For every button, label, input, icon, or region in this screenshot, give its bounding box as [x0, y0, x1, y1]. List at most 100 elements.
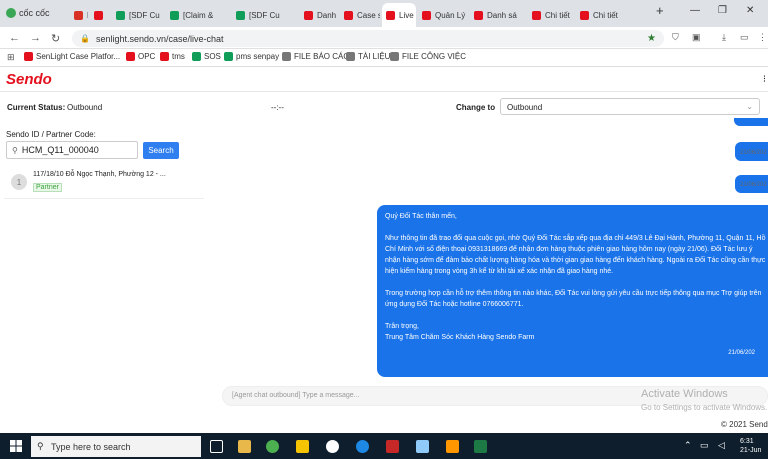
browser-tab[interactable]: M: [70, 3, 88, 27]
message-time: 21/06/202: [740, 182, 767, 188]
status-select[interactable]: Outbound ⌄: [500, 98, 760, 115]
tab-label: Danh sá: [317, 10, 338, 20]
minimize-icon[interactable]: —: [690, 5, 700, 16]
tab-favicon-icon: [170, 10, 179, 20]
edge-icon[interactable]: [356, 440, 369, 453]
browser-tab[interactable]: Danh sá: [300, 3, 338, 27]
tab-favicon-icon: [474, 10, 483, 20]
excel-icon[interactable]: [474, 440, 487, 453]
browser-tab[interactable]: Case sy: [340, 3, 380, 27]
tab-favicon-icon: [386, 10, 395, 20]
tab-favicon-icon: [94, 10, 103, 20]
menu-icon[interactable]: ⋮: [758, 32, 767, 43]
tray-chevron-icon[interactable]: ⌃: [684, 440, 692, 451]
reload-icon[interactable]: ↻: [51, 32, 60, 45]
app-icon[interactable]: [386, 440, 399, 453]
browser-tab-bar: cốc cốc M [SDF Cu [Claim & [SDF Cu Danh sá Ca…: [0, 0, 768, 27]
browser-tab[interactable]: Danh sá: [470, 3, 526, 27]
list-item[interactable]: 1 117/18/10 Đỗ Ngọc Thạnh, Phường 12 - .…: [4, 167, 204, 199]
tab-label: [Claim &: [183, 10, 214, 20]
bookmark-item[interactable]: pms senpay: [224, 52, 279, 61]
volume-icon[interactable]: ◁: [718, 440, 725, 451]
task-view-icon[interactable]: [210, 440, 223, 453]
maximize-icon[interactable]: ❐: [718, 5, 727, 16]
taskbar-clock[interactable]: 6:31 21-Jun: [740, 437, 761, 455]
status-row: Current Status: Outbound --:-- Change to…: [0, 96, 768, 118]
app-header: Sendo ⁝: [0, 68, 768, 92]
tab-label: Chi tiết: [593, 10, 618, 20]
item-index: 1: [11, 174, 27, 190]
bookmark-label: tms: [172, 52, 185, 61]
message-body: Trong trường hợp cần hỗ trợ thêm thông t…: [385, 290, 762, 308]
bookmarks-bar: ⊞ SenLight Case Platfor... OPC tms SOS pms s…: [0, 49, 768, 67]
star-icon[interactable]: ★: [647, 33, 656, 44]
message-time: 21/06/202: [740, 150, 767, 156]
back-icon[interactable]: ←: [9, 32, 20, 44]
bookmark-item[interactable]: FILE BÁO CÁO: [282, 52, 350, 61]
bookmark-label: pms senpay: [236, 52, 280, 61]
activate-windows-subtitle: Go to Settings to activate Windows.: [641, 403, 768, 412]
taskbar-search[interactable]: ⚲ Type here to search: [31, 436, 201, 457]
bookmark-label: FILE CÔNG VIỆC: [402, 52, 467, 61]
folder-icon: [346, 52, 355, 61]
tab-label: Chi tiết: [545, 10, 570, 20]
bookmark-label: TÀI LIỆU: [358, 52, 391, 61]
puzzle-icon[interactable]: ▣: [692, 32, 701, 43]
item-address: 117/18/10 Đỗ Ngọc Thạnh, Phường 12 - ...: [33, 171, 166, 178]
browser-tab[interactable]: Chi tiết: [528, 3, 574, 27]
bookmark-item[interactable]: SenLight Case Platfor...: [24, 52, 120, 61]
browser-tab[interactable]: Chi tiết: [576, 3, 622, 27]
browser-tab[interactable]: [90, 3, 110, 27]
tab-favicon-icon: [580, 10, 589, 20]
tab-label: M: [87, 11, 88, 20]
tab-label: Live: [399, 10, 414, 20]
chrome-icon[interactable]: [326, 440, 339, 453]
bookmark-item[interactable]: TÀI LIỆU: [346, 52, 390, 61]
activate-windows-title: Activate Windows: [641, 388, 728, 400]
tab-favicon-icon: [116, 10, 125, 20]
bookmark-favicon-icon: [24, 52, 33, 61]
download-icon[interactable]: ⤓: [722, 32, 726, 43]
change-to-label: Change to: [456, 103, 496, 112]
extension-icon[interactable]: ⛉: [672, 32, 679, 43]
search-button[interactable]: Search: [143, 142, 179, 159]
coccoc-icon: [6, 8, 16, 18]
browser-tab[interactable]: Live✕: [382, 3, 416, 27]
partner-badge: Partner: [33, 183, 62, 192]
browser-tab[interactable]: [SDF Cu: [232, 3, 292, 27]
status-time: --:--: [271, 103, 284, 112]
chevron-down-icon: ⌄: [746, 102, 753, 111]
browser-logo[interactable]: cốc cốc: [6, 8, 50, 18]
browser-tab[interactable]: [Claim &: [166, 3, 226, 27]
cast-icon[interactable]: ▭: [740, 32, 749, 43]
bookmark-item[interactable]: FILE CÔNG VIỆC: [390, 52, 466, 61]
bookmark-item[interactable]: OPC: [126, 52, 155, 61]
folder-icon: [282, 52, 291, 61]
partner-code-input[interactable]: ⚲ HCM_Q11_000040: [6, 141, 138, 159]
app-icon[interactable]: [446, 440, 459, 453]
new-tab-button[interactable]: +: [656, 3, 664, 18]
forward-icon[interactable]: →: [30, 32, 41, 44]
search-icon: ⚲: [12, 145, 18, 155]
apps-icon[interactable]: ⊞: [7, 52, 15, 63]
sendo-logo[interactable]: Sendo: [6, 71, 52, 88]
sticky-notes-icon[interactable]: [296, 440, 309, 453]
bookmark-favicon-icon: [160, 52, 169, 61]
message-greeting: Quý Đối Tác thân mến,: [385, 213, 457, 220]
browser-tab[interactable]: [SDF Cu: [112, 3, 164, 27]
windows-start-icon[interactable]: [10, 440, 22, 452]
bookmark-item[interactable]: tms: [160, 52, 185, 61]
more-icon[interactable]: ⁝: [763, 74, 766, 85]
tab-label: [SDF Cu: [249, 10, 280, 20]
url-input[interactable]: 🔒 senlight.sendo.vn/case/live-chat ★: [72, 30, 664, 47]
folder-icon: [390, 52, 399, 61]
network-icon[interactable]: ▭: [700, 440, 709, 451]
browser-tab[interactable]: Quản Lý: [418, 3, 468, 27]
file-explorer-icon[interactable]: [238, 440, 251, 453]
coccoc-taskbar-icon[interactable]: [266, 440, 279, 453]
bookmark-favicon-icon: [224, 52, 233, 61]
close-window-icon[interactable]: ✕: [746, 5, 754, 16]
lock-icon: 🔒: [80, 34, 90, 43]
app-icon[interactable]: [416, 440, 429, 453]
bookmark-item[interactable]: SOS: [192, 52, 221, 61]
